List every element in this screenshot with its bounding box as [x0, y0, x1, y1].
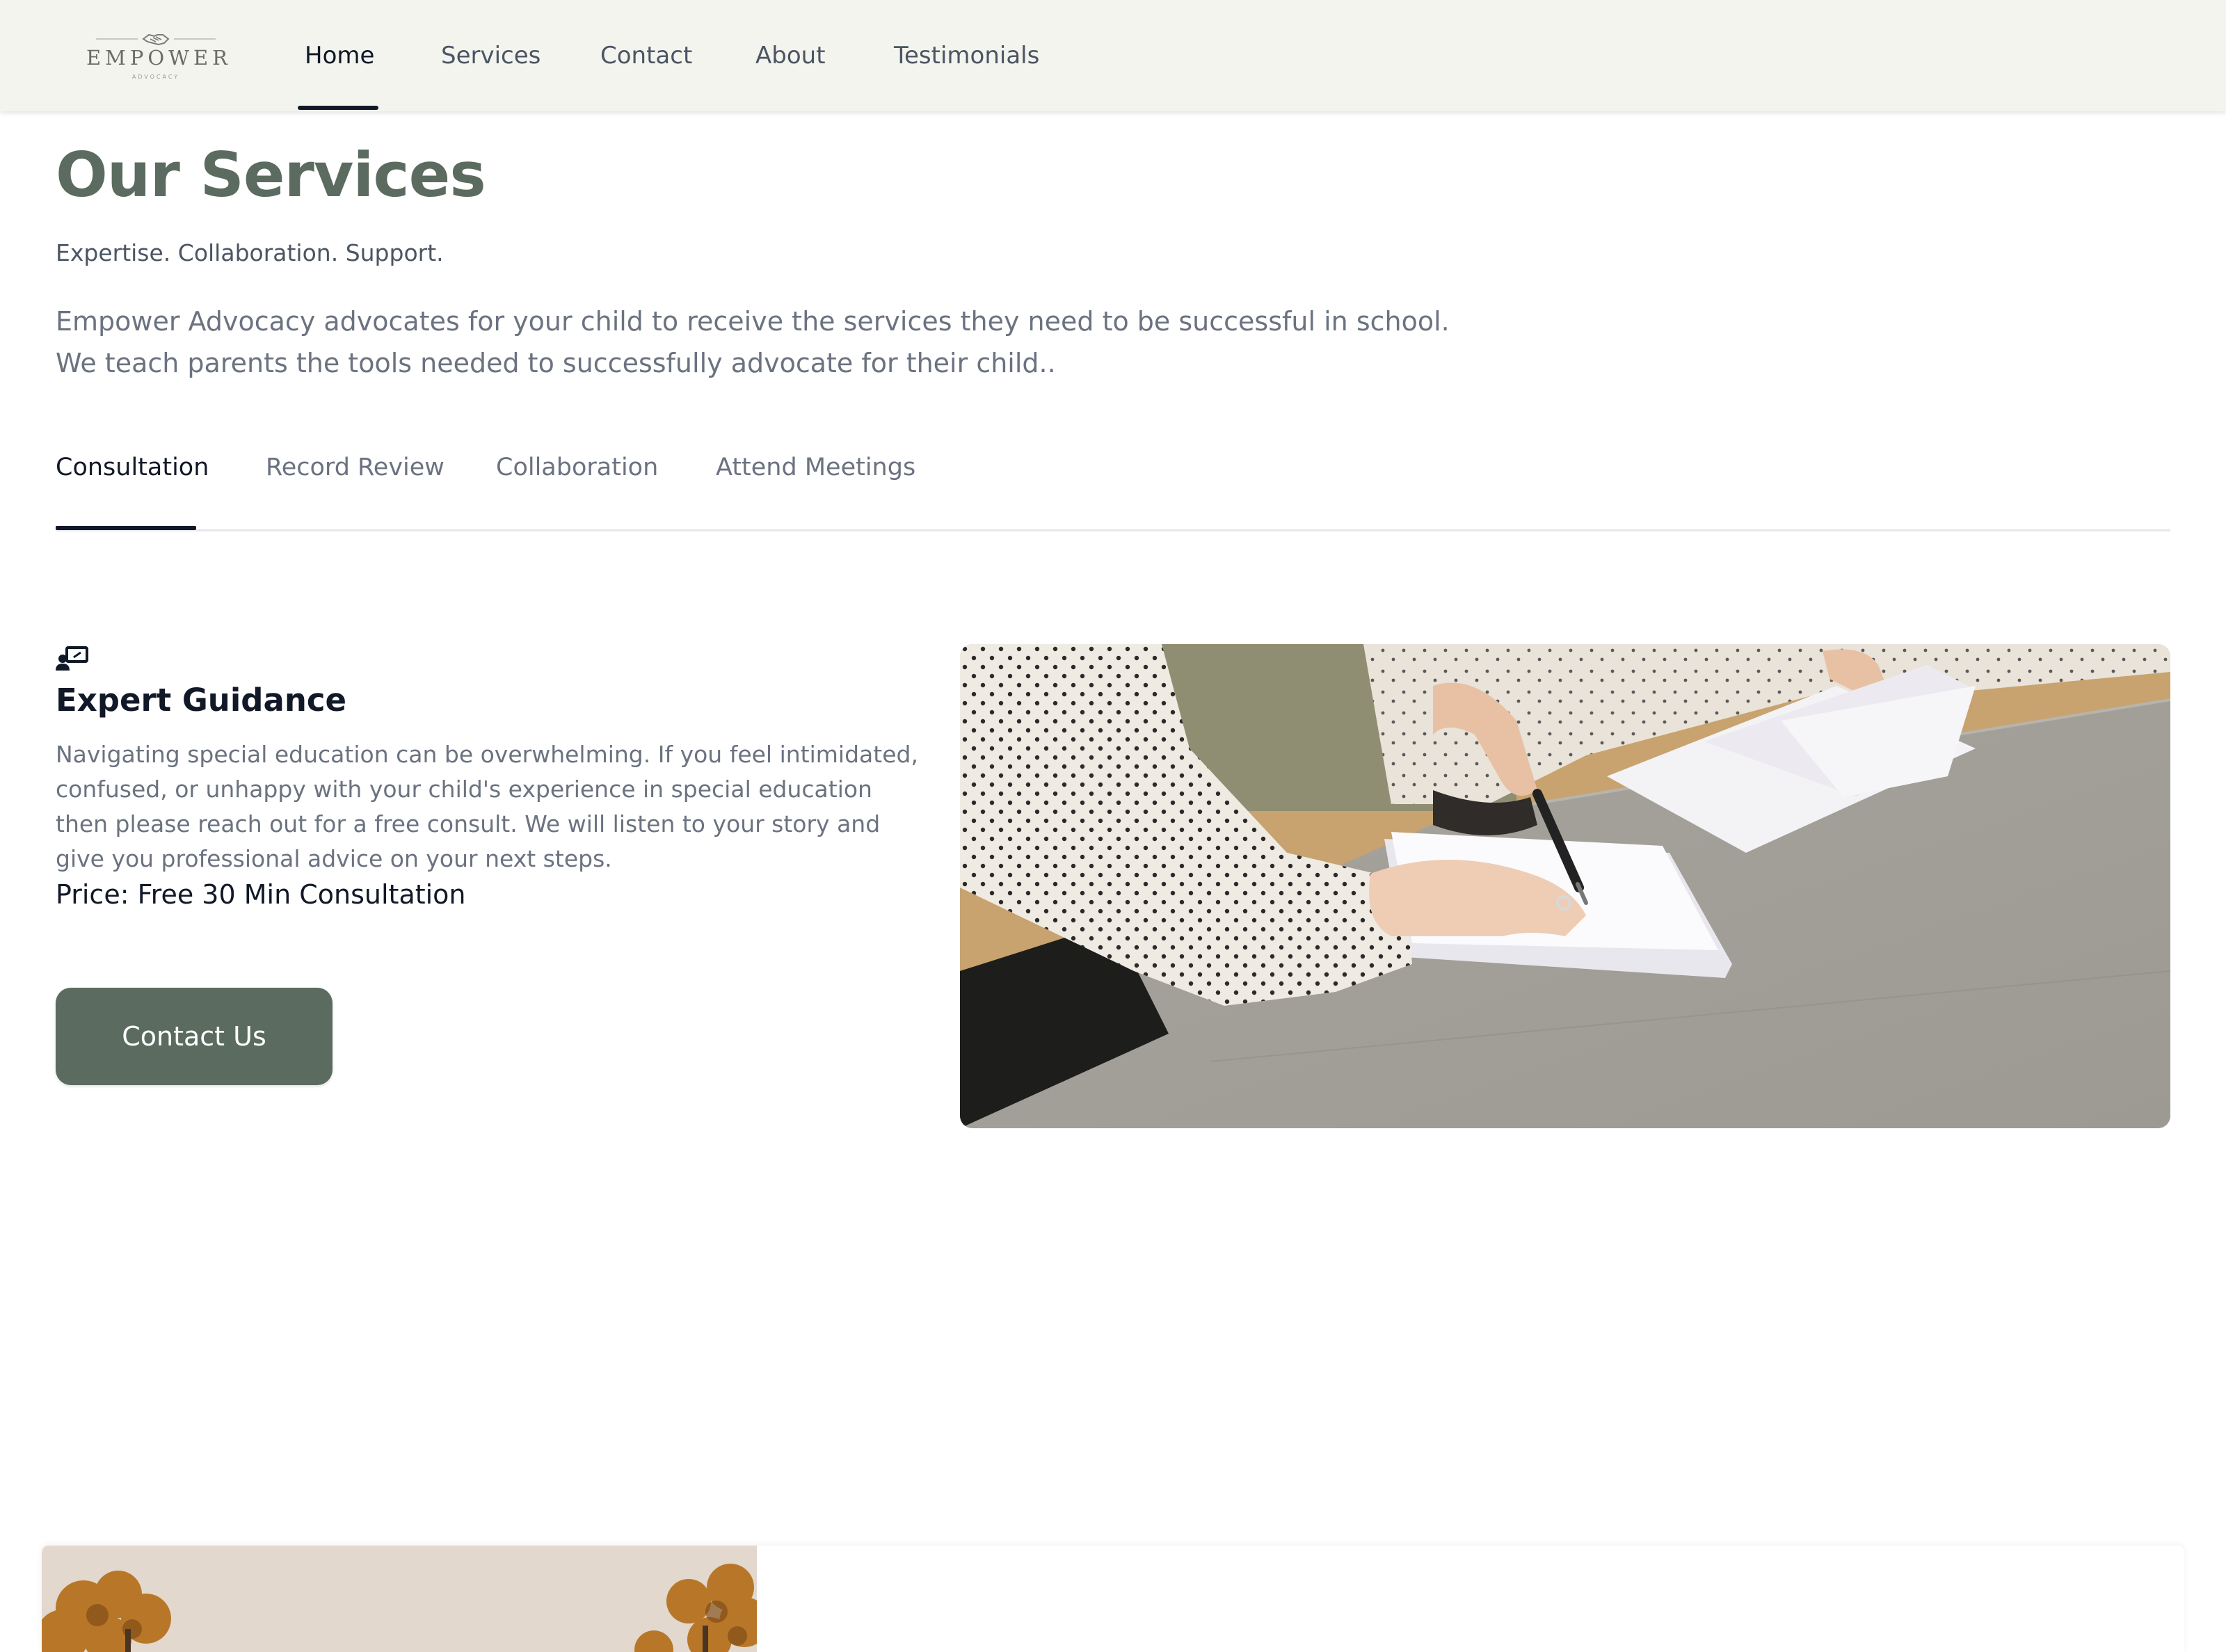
services-tabs: Consultation Record Review Collaboration…: [56, 454, 2170, 531]
nav-testimonials[interactable]: Testimonials: [894, 42, 1039, 70]
people-signing-documents-photo: [960, 644, 2170, 1128]
intro-line: We teach parents the tools needed to suc…: [56, 348, 1056, 378]
bottom-service-card: [42, 1546, 2184, 1652]
nav-contact[interactable]: Contact: [600, 42, 692, 70]
nav-about[interactable]: About: [755, 42, 826, 70]
handshake-icon: [142, 33, 170, 46]
empower-logo[interactable]: EMPOWER ADVOCACY: [86, 26, 232, 85]
nav-active-indicator: [298, 106, 378, 110]
tab-record-review[interactable]: Record Review: [266, 454, 445, 481]
service-description: Navigating special education can be over…: [56, 741, 918, 872]
tab-active-indicator: [56, 526, 196, 530]
nav-services[interactable]: Services: [441, 42, 541, 70]
service-title: Expert Guidance: [56, 682, 347, 719]
logo-rule-left: [96, 38, 138, 40]
logo-subtext: ADVOCACY: [131, 74, 180, 80]
presentation-person-icon: [56, 646, 88, 671]
intro-line: Empower Advocacy advocates for your chil…: [56, 306, 1450, 337]
tab-attend-meetings[interactable]: Attend Meetings: [716, 454, 915, 481]
contact-us-button[interactable]: Contact Us: [56, 988, 333, 1085]
tab-consultation[interactable]: Consultation: [56, 454, 209, 481]
nav-home[interactable]: Home: [305, 42, 374, 70]
logo-wordmark: EMPOWER: [86, 46, 232, 70]
page-title: Our Services: [56, 139, 486, 211]
top-navbar: EMPOWER ADVOCACY Home Services Contact A…: [0, 0, 2226, 111]
page-tagline: Expertise. Collaboration. Support.: [56, 239, 444, 266]
intro-text: Empower Advocacy advocates for your chil…: [56, 300, 1450, 384]
service-price: Price: Free 30 Min Consultation: [56, 879, 466, 910]
tab-collaboration[interactable]: Collaboration: [496, 454, 658, 481]
autumn-trees-photo: [42, 1546, 769, 1652]
logo-rule-right: [174, 38, 216, 40]
